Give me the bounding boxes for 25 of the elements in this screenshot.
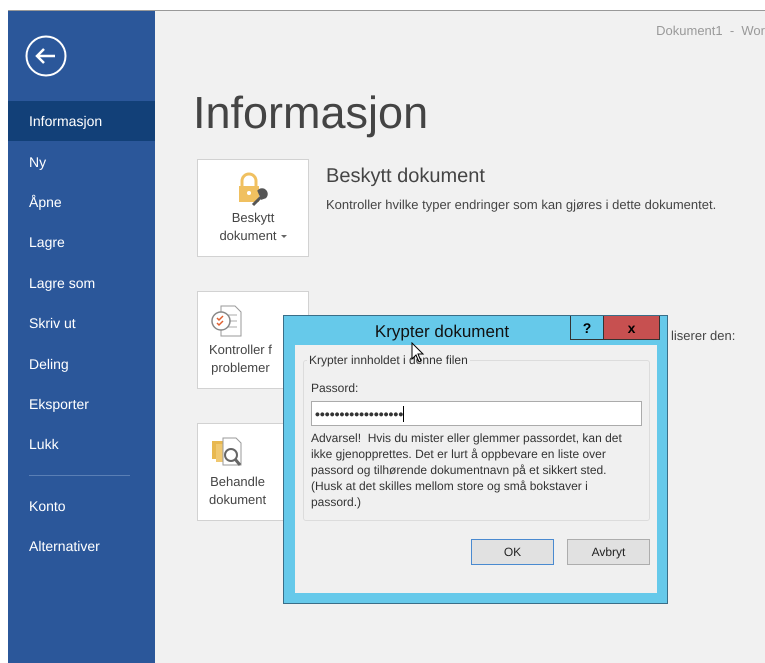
dialog-button[interactable]: Avbryt [567,539,650,565]
sidebar-item[interactable]: Konto [8,486,155,526]
section-description: liserer den: [671,328,736,343]
sidebar-item[interactable]: Åpne [8,182,155,222]
sidebar-item[interactable]: Deling [8,343,155,384]
help-button[interactable]: ? [570,316,604,340]
dialog-title: Krypter dokument [374,321,510,343]
sidebar-item[interactable]: Lagre som [8,262,155,303]
page-heading: Informasjon [193,87,430,140]
password-field[interactable]: •••••••••••••••••• [311,401,642,426]
dialog-button[interactable]: OK [471,539,554,565]
sidebar-item[interactable]: Skriv ut [8,302,155,344]
feature-button[interactable]: Beskytt dokument [197,159,309,257]
section-description: Kontroller hvilke typer endringer som kan gjøres i dette dokumentet. [326,197,716,212]
sidebar-item[interactable]: Eksporter [8,384,155,424]
window-title: Dokument1 - Wor [656,23,765,40]
sidebar-item[interactable]: Ny [8,141,155,182]
sidebar-item[interactable]: Lukk [8,424,155,465]
close-button[interactable]: x [604,316,660,340]
note-text: (Husk at det skilles mellom store og små bokstaver i passord.) [311,478,589,510]
sidebar-item[interactable]: Informasjon [8,101,155,142]
section-title: Beskytt dokument [326,165,486,188]
sidebar-item[interactable]: Lagre [8,222,155,263]
warning-text: Advarsel! Hvis du mister eller glemmer passordet, kan det ikke gjenopprettes. Det er lurt å oppbevare en liste over passord og tilhørende dokumentnavn på et sikkert sted. [311,430,623,478]
sidebar-item[interactable]: Alternativer [8,526,155,566]
